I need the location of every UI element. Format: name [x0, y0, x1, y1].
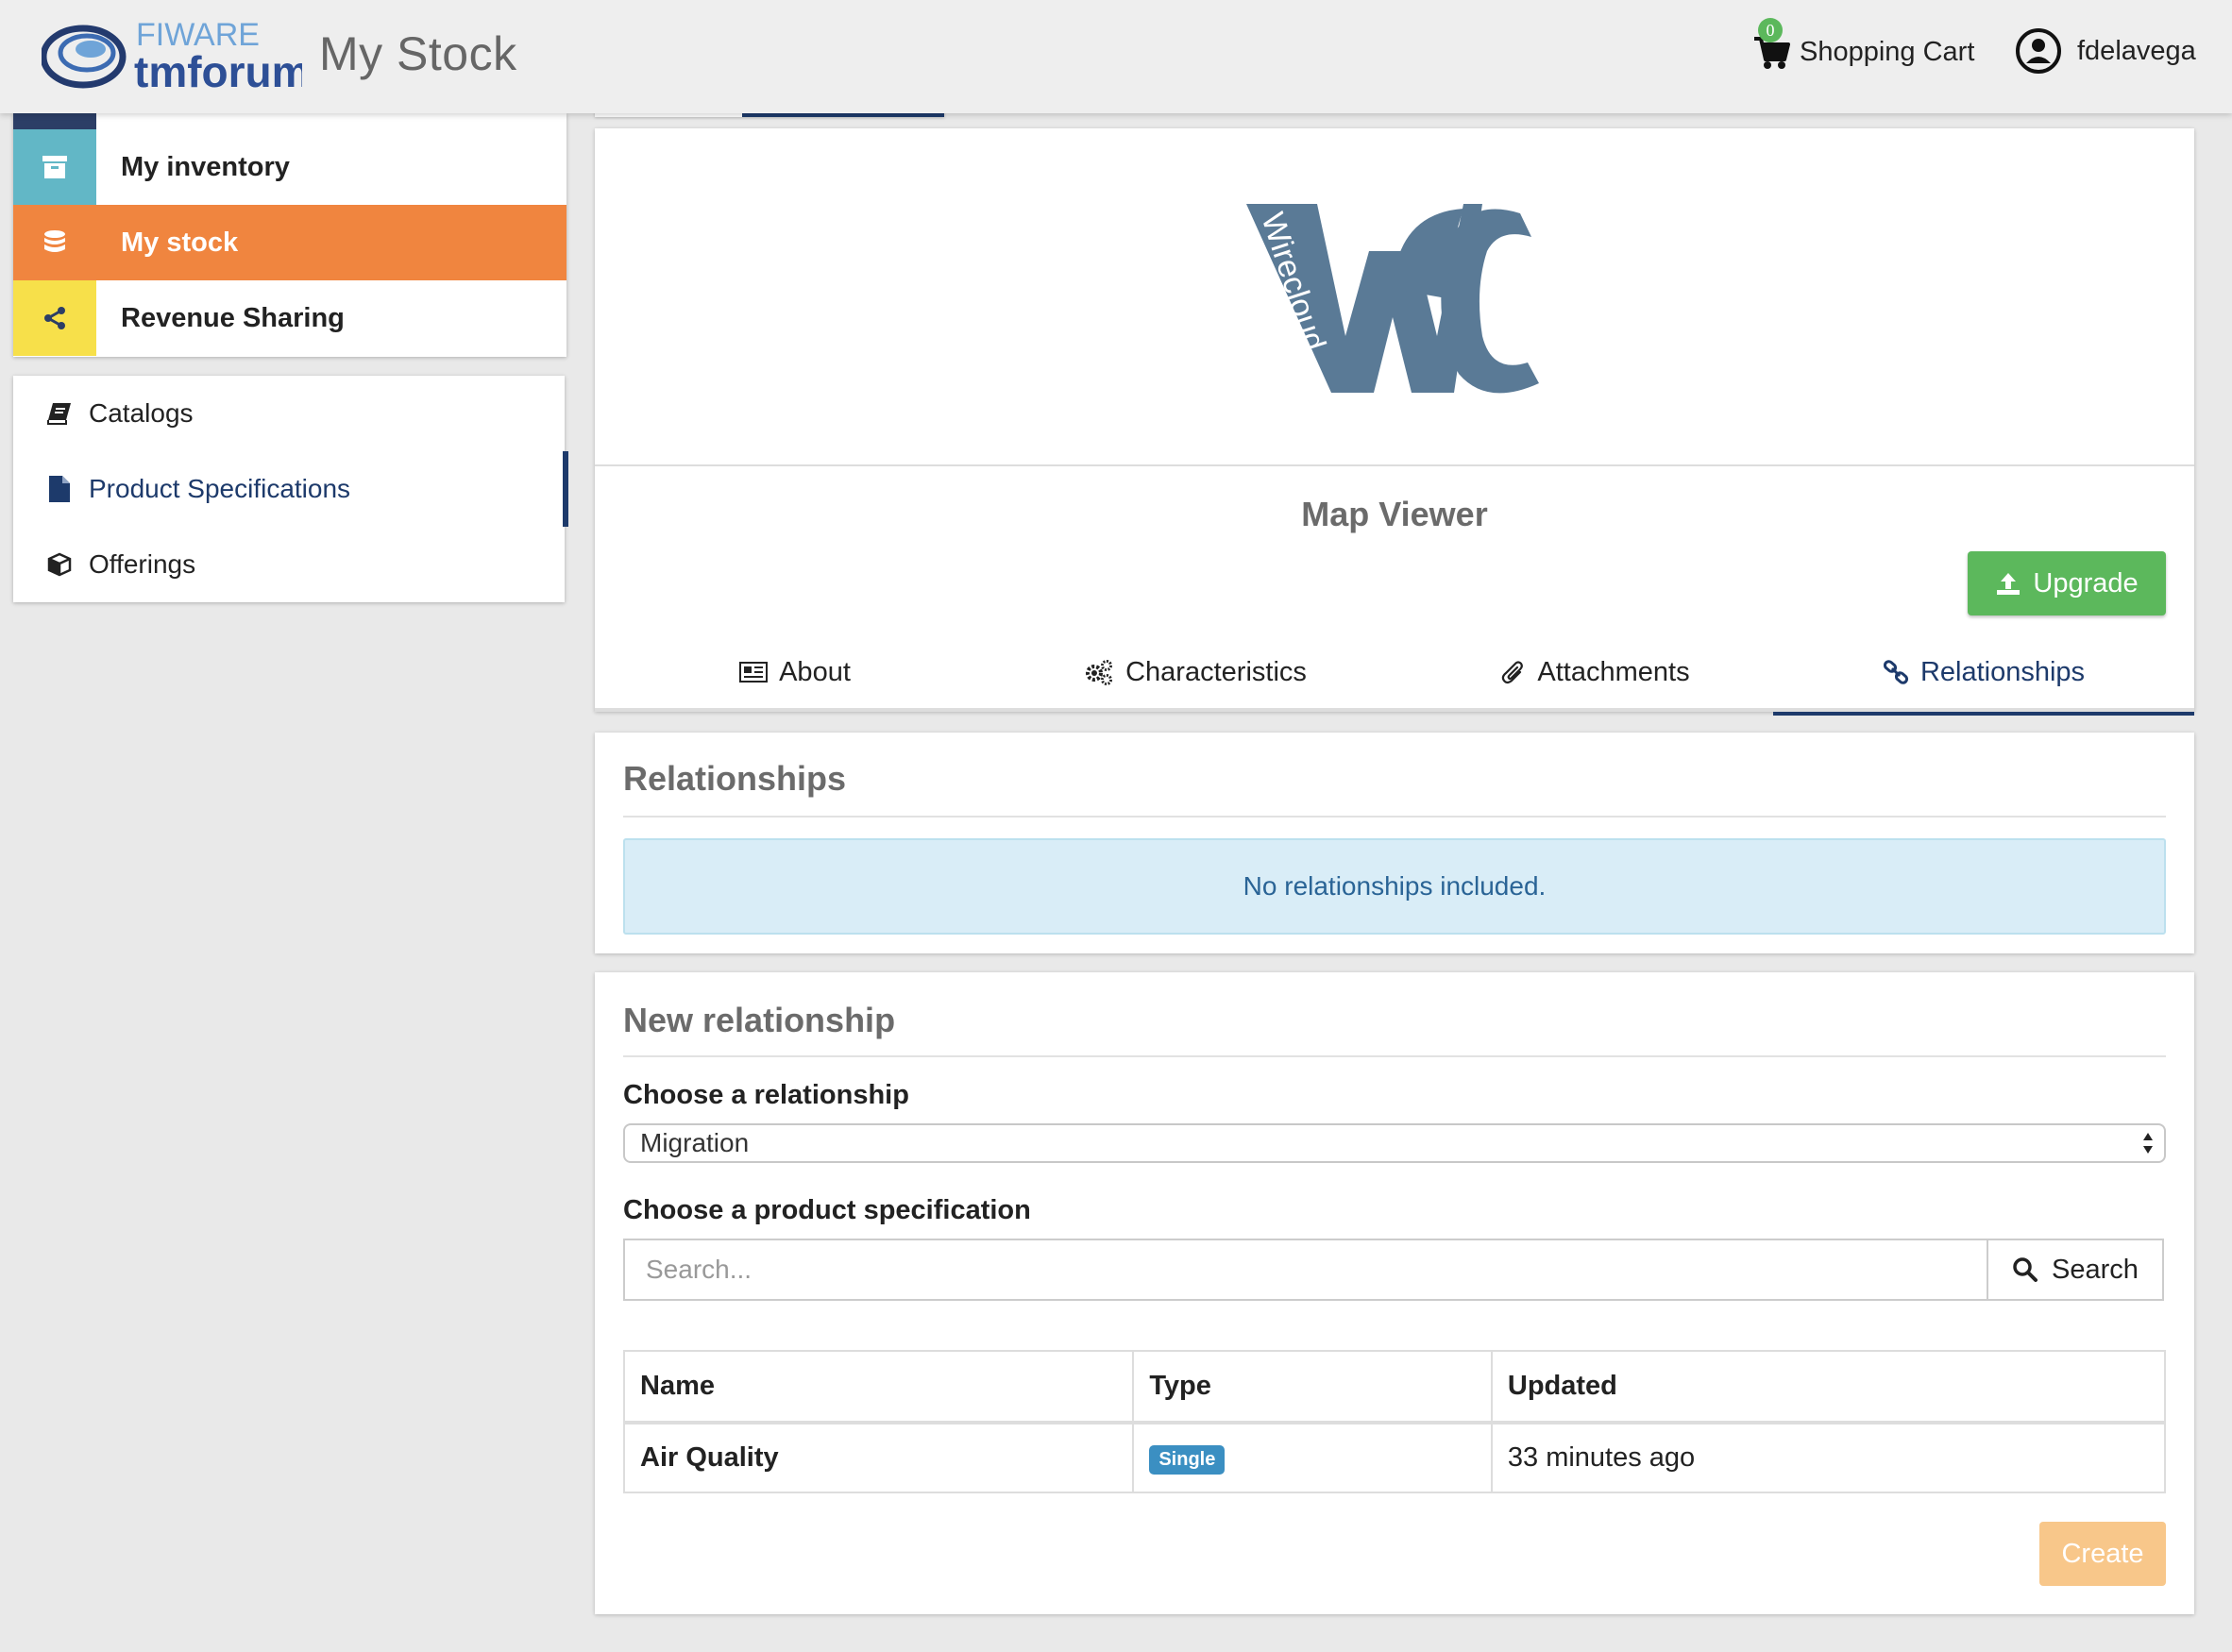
cart-icon: 0: [1752, 18, 1790, 71]
spec-search-group: Search... Search: [623, 1239, 2164, 1301]
product-detail-panel: Wirecloud Map Viewer Upgrade About Chara…: [595, 128, 2194, 716]
tab-attachments[interactable]: Attachments: [1395, 632, 1796, 712]
username: fdelavega: [2077, 35, 2196, 66]
type-badge: Single: [1149, 1445, 1226, 1475]
tab-label: Attachments: [1537, 656, 1690, 687]
sidebar-item-catalogs[interactable]: Catalogs: [13, 376, 565, 451]
cogs-icon: [1086, 660, 1113, 685]
relationship-type-select[interactable]: Migration: [623, 1123, 2166, 1163]
tab-label: About: [779, 656, 851, 687]
tab-relationships[interactable]: Relationships: [1773, 632, 2194, 716]
search-button[interactable]: Search: [1987, 1239, 2164, 1301]
sidebar-item-revenue-sharing[interactable]: Revenue Sharing: [13, 280, 566, 356]
column-header-updated: Updated: [1490, 1350, 2167, 1424]
empty-relationships-alert: No relationships included.: [623, 838, 2166, 935]
archive-icon: [13, 129, 96, 205]
relationship-type-label: Choose a relationship: [623, 1080, 909, 1110]
column-header-name: Name: [622, 1350, 1135, 1424]
spec-name-cell: Air Quality: [622, 1422, 1135, 1493]
sidebar-item-label: Product Specifications: [89, 474, 351, 503]
top-navbar: FIWARE tmforum My Stock 0 Shopping Cart …: [0, 0, 2232, 113]
wirecloud-logo: Wirecloud: [1246, 204, 1539, 394]
cart-count-badge: 0: [1758, 18, 1783, 42]
fiware-tmforum-logo[interactable]: FIWARE tmforum: [42, 13, 302, 98]
section-divider: [623, 1055, 2166, 1057]
section-title: Relationships: [623, 759, 847, 798]
table-header-row: Name Type Updated: [622, 1350, 2167, 1424]
sidebar-item-product-specifications[interactable]: Product Specifications: [13, 451, 565, 527]
menu-top-stub: [13, 113, 96, 130]
product-spec-label: Choose a product specification: [623, 1195, 1031, 1225]
spec-type-cell: Single: [1132, 1422, 1493, 1493]
sidebar-item-label: Offerings: [89, 549, 196, 579]
tab-about[interactable]: About: [595, 632, 995, 712]
relationships-panel: Relationships No relationships included.: [595, 733, 2194, 953]
selected-relationship: Migration: [640, 1128, 750, 1157]
svg-text:tmforum: tmforum: [134, 47, 302, 96]
select-arrows-icon: [2143, 1133, 2153, 1154]
link-icon: [1883, 660, 1908, 684]
sidebar-item-label: Revenue Sharing: [121, 302, 345, 333]
spec-updated-cell: 33 minutes ago: [1490, 1422, 2167, 1493]
catalog-sidebar-menu: Catalogs Product Specifications Offering…: [13, 376, 568, 602]
tab-characteristics[interactable]: Characteristics: [995, 632, 1395, 712]
newspaper-icon: [739, 662, 769, 683]
sidebar-item-offerings[interactable]: Offerings: [13, 527, 565, 602]
create-button[interactable]: Create: [2039, 1522, 2166, 1586]
sidebar-item-label: My stock: [121, 227, 239, 258]
user-circle-icon: [2016, 28, 2061, 74]
page-title: My Stock: [319, 27, 517, 80]
column-header-type: Type: [1132, 1350, 1493, 1424]
tab-label: Relationships: [1919, 656, 2086, 687]
sidebar-item-my-stock[interactable]: My stock: [13, 205, 566, 280]
user-menu[interactable]: fdelavega: [2015, 26, 2196, 76]
sidebar-item-label: Catalogs: [89, 398, 194, 428]
section-divider: [623, 816, 2166, 818]
section-title: New relationship: [623, 1001, 896, 1039]
shopping-cart-button[interactable]: 0 Shopping Cart: [1752, 18, 1975, 85]
new-relationship-panel: New relationship Choose a relationship M…: [595, 972, 2194, 1614]
stock-sidebar-menu: My inventory My stock Revenue Sharing: [13, 113, 566, 357]
cube-icon: [43, 548, 76, 581]
shopping-cart-label: Shopping Cart: [1800, 36, 1975, 67]
product-tabs: About Characteristics Attachments Relati…: [595, 632, 2194, 716]
database-icon: [13, 205, 96, 280]
spec-search-input[interactable]: Search...: [623, 1239, 1987, 1301]
sidebar-item-my-inventory[interactable]: My inventory: [13, 129, 566, 205]
product-image-area: Wirecloud: [595, 128, 2194, 466]
paperclip-icon: [1502, 661, 1524, 684]
upload-icon: [1997, 573, 2021, 595]
search-icon: [2013, 1257, 2038, 1282]
file-icon: [43, 473, 76, 505]
upgrade-label: Upgrade: [2033, 567, 2139, 598]
product-spec-table: Name Type Updated Air Quality Single 33 …: [622, 1350, 2167, 1493]
tab-label: Characteristics: [1125, 656, 1307, 687]
table-row[interactable]: Air Quality Single 33 minutes ago: [622, 1422, 2167, 1493]
upgrade-button[interactable]: Upgrade: [1968, 551, 2166, 615]
book-icon: [43, 397, 76, 430]
sidebar-item-label: My inventory: [121, 151, 290, 182]
product-name: Map Viewer: [1301, 495, 1488, 533]
search-button-label: Search: [2052, 1254, 2139, 1285]
share-icon: [13, 280, 96, 356]
